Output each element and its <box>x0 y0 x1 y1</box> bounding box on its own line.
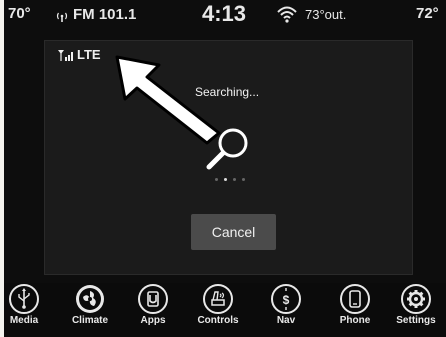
nav-label-climate: Climate <box>71 315 109 326</box>
nav-label-controls: Controls <box>197 315 239 326</box>
nav-item-media[interactable]: Media <box>4 283 52 326</box>
head-unit-screen: 70° FM 101.1 4:13 73°out. 72° LTE Search… <box>4 0 446 337</box>
nav-label-nav: Nav <box>276 315 296 326</box>
nav-item-climate[interactable]: Climate <box>62 283 118 326</box>
outside-temperature: 73°out. <box>305 7 347 22</box>
progress-dot <box>215 178 218 181</box>
passenger-temperature[interactable]: 72° <box>416 5 439 22</box>
nav-icon: $ <box>271 284 301 314</box>
usb-icon <box>9 284 39 314</box>
searching-text: Searching... <box>195 85 260 99</box>
lte-label: LTE <box>77 47 101 62</box>
searching-panel: LTE Searching... Cancel <box>44 40 413 275</box>
status-bar: 70° FM 101.1 4:13 73°out. 72° <box>4 0 446 34</box>
nav-item-nav[interactable]: $ Nav <box>258 283 314 326</box>
nav-label-apps: Apps <box>140 315 166 326</box>
cancel-button[interactable]: Cancel <box>191 214 276 250</box>
radio-station[interactable]: FM 101.1 <box>73 6 136 23</box>
nav-item-controls[interactable]: Controls <box>190 283 246 326</box>
wifi-icon <box>277 6 297 23</box>
bottom-nav-bar: Media Climate Apps Controls $ Nav Phone … <box>4 283 446 337</box>
controls-icon <box>203 284 233 314</box>
clock: 4:13 <box>202 1 247 26</box>
nav-item-apps[interactable]: Apps <box>125 283 181 326</box>
phone-icon <box>340 284 370 314</box>
lte-indicator: LTE <box>58 47 101 62</box>
apps-icon <box>138 284 168 314</box>
nav-item-settings[interactable]: Settings <box>388 283 444 326</box>
search-icon <box>206 128 248 170</box>
nav-label-settings: Settings <box>396 315 436 326</box>
svg-text:$: $ <box>283 293 290 307</box>
progress-dot <box>233 178 236 181</box>
settings-icon <box>401 284 431 314</box>
progress-dot <box>242 178 245 181</box>
nav-label-media: Media <box>9 315 39 326</box>
signal-bars-icon <box>58 49 73 61</box>
nav-item-phone[interactable]: Phone <box>327 283 383 326</box>
climate-icon <box>76 285 104 313</box>
nav-label-phone: Phone <box>339 315 371 326</box>
driver-temperature[interactable]: 70° <box>8 5 31 22</box>
progress-dot-active <box>224 178 227 181</box>
radio-signal-icon <box>56 12 68 22</box>
progress-dots <box>215 178 245 181</box>
